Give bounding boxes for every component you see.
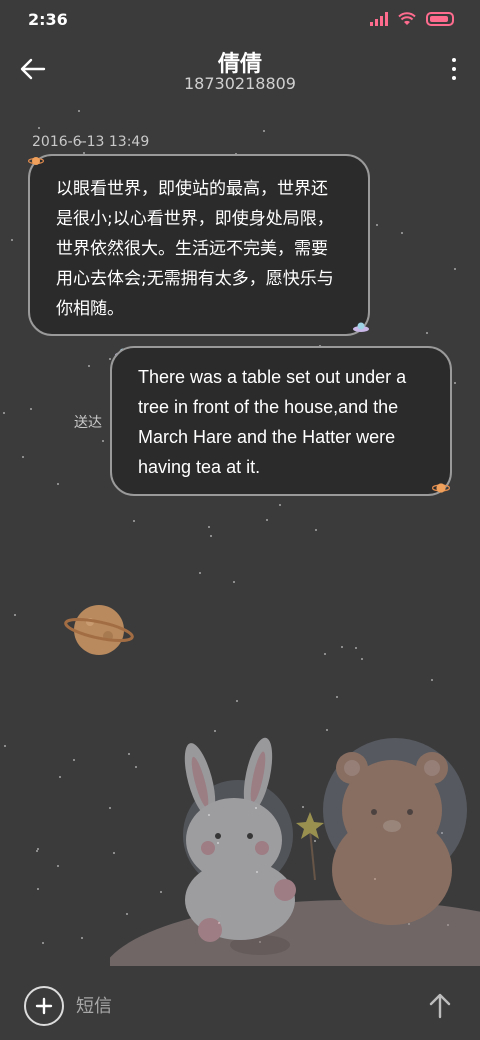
planet-sticker-icon [28, 157, 44, 165]
conversation-header: 倩倩 18730218809 [0, 40, 480, 100]
received-message-bubble[interactable]: 以眼看世界，即使站的最高，世界还是很小;以心看世界，即使身处局限，世界依然很大。… [28, 154, 370, 336]
star-dot [210, 535, 212, 537]
message-timestamp: 2016-6-13 13:49 [32, 134, 150, 150]
star-dot [57, 483, 59, 485]
star-dot [37, 888, 39, 890]
received-message-text: 以眼看世界，即使站的最高，世界还是很小;以心看世界，即使身处局限，世界依然很大。… [56, 179, 334, 319]
star-dot [431, 679, 433, 681]
star-dot [199, 572, 201, 574]
star-dot [3, 412, 5, 414]
star-dot [38, 127, 40, 129]
star-dot [57, 865, 59, 867]
send-arrow-icon[interactable] [426, 992, 454, 1020]
bunny-bear-illustration [110, 737, 480, 970]
star-dot [37, 848, 39, 850]
planet-decoration [64, 605, 134, 655]
star-dot [59, 776, 61, 778]
star-dot [263, 130, 265, 132]
star-dot [324, 653, 326, 655]
status-icons [370, 12, 454, 26]
star-dot [109, 358, 111, 360]
star-dot [336, 696, 338, 698]
star-dot [42, 942, 44, 944]
star-dot [315, 529, 317, 531]
star-dot [133, 520, 135, 522]
signal-icon [370, 12, 388, 26]
star-dot [236, 700, 238, 702]
star-dot [102, 440, 104, 442]
contact-number: 18730218809 [184, 74, 296, 93]
compose-bar [0, 966, 480, 1040]
star-dot [401, 232, 403, 234]
star-dot [88, 365, 90, 367]
star-dot [30, 408, 32, 410]
star-dot [266, 519, 268, 521]
sms-input[interactable] [76, 992, 396, 1020]
star-dot [233, 581, 235, 583]
battery-icon [426, 12, 454, 26]
star-dot [14, 614, 16, 616]
star-dot [454, 382, 456, 384]
sent-message-bubble[interactable]: There was a table set out under a tree i… [110, 346, 452, 496]
star-dot [73, 759, 75, 761]
more-vert-icon[interactable] [450, 58, 458, 80]
sent-message-text: There was a table set out under a tree i… [138, 367, 407, 477]
add-icon [35, 997, 53, 1015]
star-dot [11, 239, 13, 241]
status-bar: 2:36 [0, 0, 480, 40]
star-dot [81, 937, 83, 939]
sent-status: 送达 [74, 415, 102, 431]
star-dot [361, 658, 363, 660]
ufo-sticker-icon [353, 322, 369, 332]
star-dot [426, 332, 428, 334]
status-time: 2:36 [28, 10, 68, 29]
star-dot [454, 268, 456, 270]
wifi-icon [398, 12, 416, 25]
planet-sticker-icon [432, 483, 450, 493]
star-dot [279, 504, 281, 506]
star-dot [208, 526, 210, 528]
star-dot [376, 224, 378, 226]
star-dot [36, 850, 38, 852]
star-dot [355, 647, 357, 649]
star-dot [4, 745, 6, 747]
add-attachment-button[interactable] [24, 986, 64, 1026]
star-dot [341, 646, 343, 648]
star-dot [22, 456, 24, 458]
star-dot [78, 110, 80, 112]
